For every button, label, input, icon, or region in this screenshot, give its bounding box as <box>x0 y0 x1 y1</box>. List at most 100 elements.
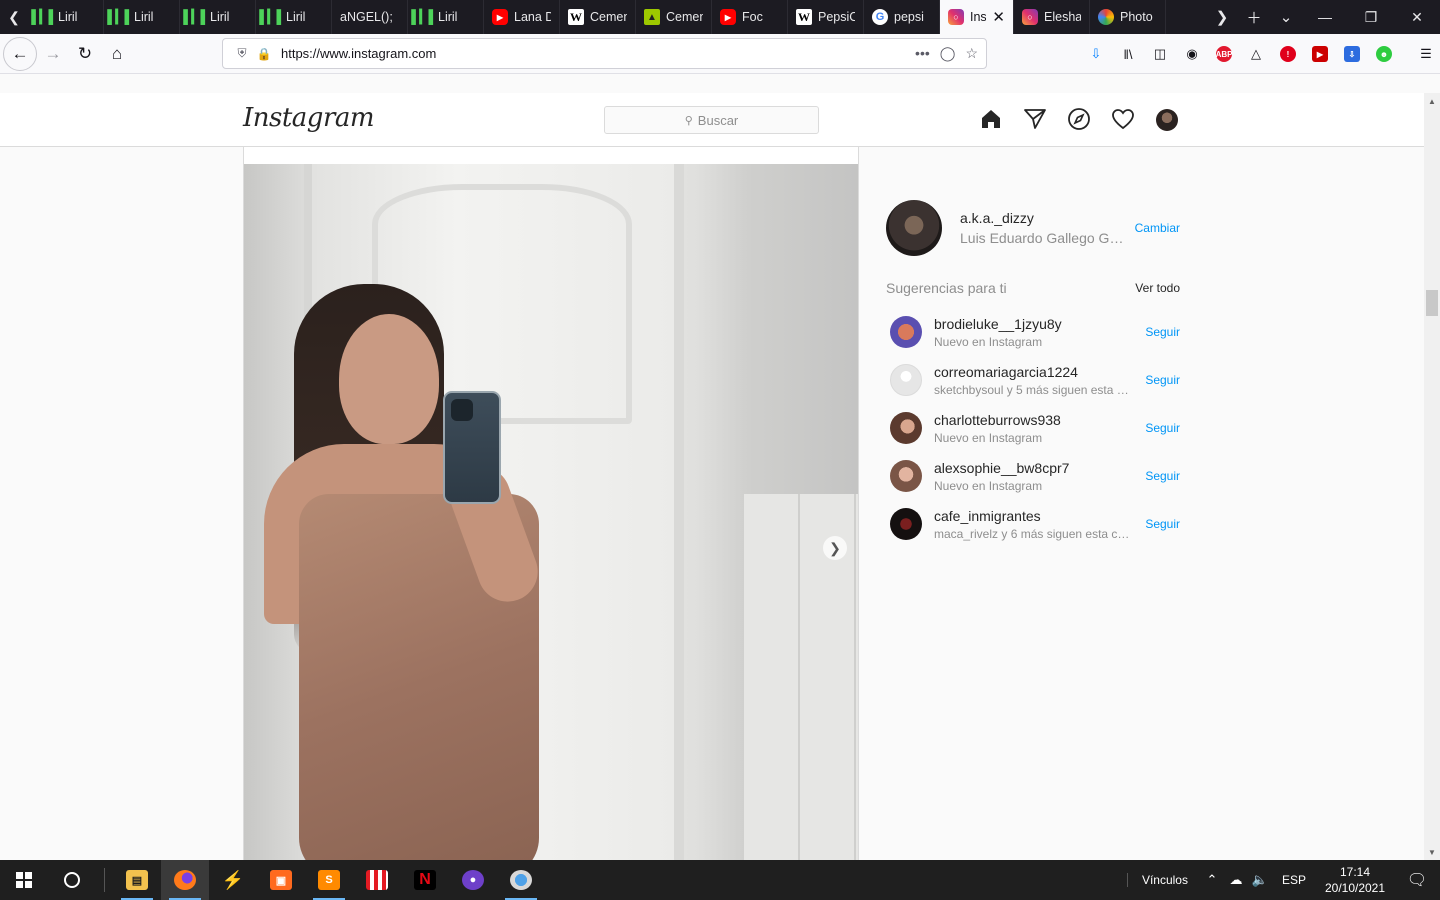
avatar[interactable] <box>890 316 922 348</box>
follow-button[interactable]: Seguir <box>1145 373 1180 387</box>
sidebar-button[interactable]: ◫ <box>1144 34 1176 74</box>
start-button[interactable] <box>0 860 48 900</box>
adblock-plus-button[interactable]: ABP <box>1208 34 1240 74</box>
tab-7[interactable]: ▶ Lana D <box>484 0 560 34</box>
direct-messages-button[interactable] <box>1022 106 1048 132</box>
extension-a-button[interactable]: △ <box>1240 34 1272 74</box>
url-text[interactable]: https://www.instagram.com <box>281 46 436 61</box>
post-image[interactable]: ❯ <box>244 164 858 860</box>
downloads-button[interactable]: ⇩ <box>1080 34 1112 74</box>
tab-12[interactable]: Gpepsi <box>864 0 940 34</box>
extension-red-button[interactable]: ! <box>1272 34 1304 74</box>
lock-icon[interactable]: 🔒 <box>253 47 275 61</box>
follow-button[interactable]: Seguir <box>1145 421 1180 435</box>
explore-button[interactable] <box>1066 106 1092 132</box>
send-icon <box>1024 109 1046 129</box>
new-tab-button[interactable]: ＋ <box>1238 7 1270 28</box>
back-button[interactable]: ← <box>3 36 37 71</box>
suggestion-username[interactable]: cafe_inmigrantes <box>934 508 1134 524</box>
avatar[interactable] <box>890 508 922 540</box>
bookmark-star-icon[interactable]: ☆ <box>965 45 978 62</box>
tab-6[interactable]: ▌▎▌ Liril <box>408 0 484 34</box>
suggestion-username[interactable]: alexsophie__bw8cpr7 <box>934 460 1134 476</box>
avatar[interactable] <box>890 460 922 492</box>
next-image-button[interactable]: ❯ <box>823 536 847 560</box>
address-bar[interactable]: ⛨ 🔒 https://www.instagram.com ••• ◯ ☆ <box>222 38 987 69</box>
search-input[interactable]: ⚲ Buscar <box>604 106 819 134</box>
network-icon[interactable]: ☁ <box>1224 872 1248 888</box>
see-all-button[interactable]: Ver todo <box>1135 281 1180 295</box>
scroll-up-button[interactable]: ▲ <box>1424 93 1440 109</box>
scroll-tabs-left-button[interactable]: ❮ <box>0 0 28 34</box>
paint-palette-icon <box>510 870 532 890</box>
list-all-tabs-button[interactable]: ⌄ <box>1270 8 1302 26</box>
tab-8[interactable]: W Cemen <box>560 0 636 34</box>
popcorn-button[interactable] <box>353 860 401 900</box>
app-orange-button[interactable]: ▣ <box>257 860 305 900</box>
tab-1[interactable]: ▌▎▌ Liril <box>28 0 104 34</box>
paint-button[interactable] <box>497 860 545 900</box>
green-extension-button[interactable]: ☻ <box>1368 34 1400 74</box>
library-button[interactable]: ‖\ <box>1112 34 1144 74</box>
reload-button[interactable]: ↻ <box>69 38 101 70</box>
tab-5[interactable]: aNGEL(); <box>332 0 408 34</box>
show-hidden-icons-button[interactable]: ⌃ <box>1200 872 1224 888</box>
shield-icon[interactable]: ⛨ <box>231 46 253 61</box>
tab-13-active[interactable]: ○ Ins ✕ <box>940 0 1014 34</box>
clock[interactable]: 17:14 20/10/2021 <box>1316 864 1394 896</box>
tab-9[interactable]: ▲ Cemen <box>636 0 712 34</box>
search-button[interactable] <box>48 860 96 900</box>
switch-account-button[interactable]: Cambiar <box>1135 221 1180 235</box>
scroll-tabs-right-button[interactable]: ❯ <box>1206 8 1238 26</box>
file-explorer-button[interactable]: ▤ <box>113 860 161 900</box>
links-toolbar[interactable]: Vínculos <box>1126 873 1200 887</box>
home-button[interactable]: ⌂ <box>101 38 133 70</box>
tab-3[interactable]: ▌▎▌ Liril <box>180 0 256 34</box>
activity-button[interactable] <box>1110 106 1136 132</box>
account-button[interactable]: ◉ <box>1176 34 1208 74</box>
avatar[interactable] <box>890 364 922 396</box>
close-window-button[interactable]: ✕ <box>1394 9 1440 26</box>
tab-4[interactable]: ▌▎▌ Liril <box>256 0 332 34</box>
follow-button[interactable]: Seguir <box>1145 517 1180 531</box>
home-nav-button[interactable] <box>978 106 1004 132</box>
avatar[interactable] <box>890 412 922 444</box>
tab-10[interactable]: ▶ Foc <box>712 0 788 34</box>
profile-username[interactable]: a.k.a._dizzy <box>960 210 1130 226</box>
close-tab-icon[interactable]: ✕ <box>992 8 1005 26</box>
list-item: alexsophie__bw8cpr7 Nuevo en Instagram S… <box>886 452 1180 500</box>
forward-button[interactable]: → <box>37 38 69 70</box>
profile-button[interactable] <box>1154 106 1180 132</box>
tab-15[interactable]: Photo <box>1090 0 1166 34</box>
volume-icon[interactable]: 🔈 <box>1248 872 1272 888</box>
pocket-icon[interactable]: ◯ <box>940 45 956 62</box>
scroll-down-button[interactable]: ▼ <box>1424 844 1440 860</box>
download-helper-button[interactable]: ⇩ <box>1336 34 1368 74</box>
arrow-right-icon: → <box>44 43 62 63</box>
instagram-logo[interactable]: Instagram <box>243 103 375 133</box>
scrollbar-thumb[interactable] <box>1426 290 1438 316</box>
sublime-text-button[interactable]: S <box>305 860 353 900</box>
suggestion-username[interactable]: charlotteburrows938 <box>934 412 1134 428</box>
restore-window-button[interactable]: ❐ <box>1348 9 1394 26</box>
tab-2[interactable]: ▌▎▌ Liril <box>104 0 180 34</box>
suggestion-username[interactable]: brodieluke__1jzyu8y <box>934 316 1134 332</box>
follow-button[interactable]: Seguir <box>1145 325 1180 339</box>
lightning-icon: ⚡ <box>221 869 245 890</box>
minimize-window-button[interactable]: — <box>1302 9 1348 25</box>
firefox-button[interactable] <box>161 860 209 900</box>
menu-button[interactable]: ☰ <box>1410 34 1440 74</box>
netflix-button[interactable]: N <box>401 860 449 900</box>
language-indicator[interactable]: ESP <box>1272 873 1316 887</box>
notifications-button[interactable]: 🗨 <box>1394 870 1440 890</box>
suggestion-username[interactable]: correomariagarcia1224 <box>934 364 1134 380</box>
follow-button[interactable]: Seguir <box>1145 469 1180 483</box>
github-button[interactable]: ● <box>449 860 497 900</box>
tab-11[interactable]: W PepsiC <box>788 0 864 34</box>
page-actions-icon[interactable]: ••• <box>915 45 930 62</box>
youtube-extension-button[interactable]: ▶ <box>1304 34 1336 74</box>
tab-14[interactable]: ○ Elesha <box>1014 0 1090 34</box>
avatar[interactable] <box>886 200 942 256</box>
page-scrollbar[interactable]: ▲ ▼ <box>1424 93 1440 860</box>
winamp-button[interactable]: ⚡ <box>209 860 257 900</box>
